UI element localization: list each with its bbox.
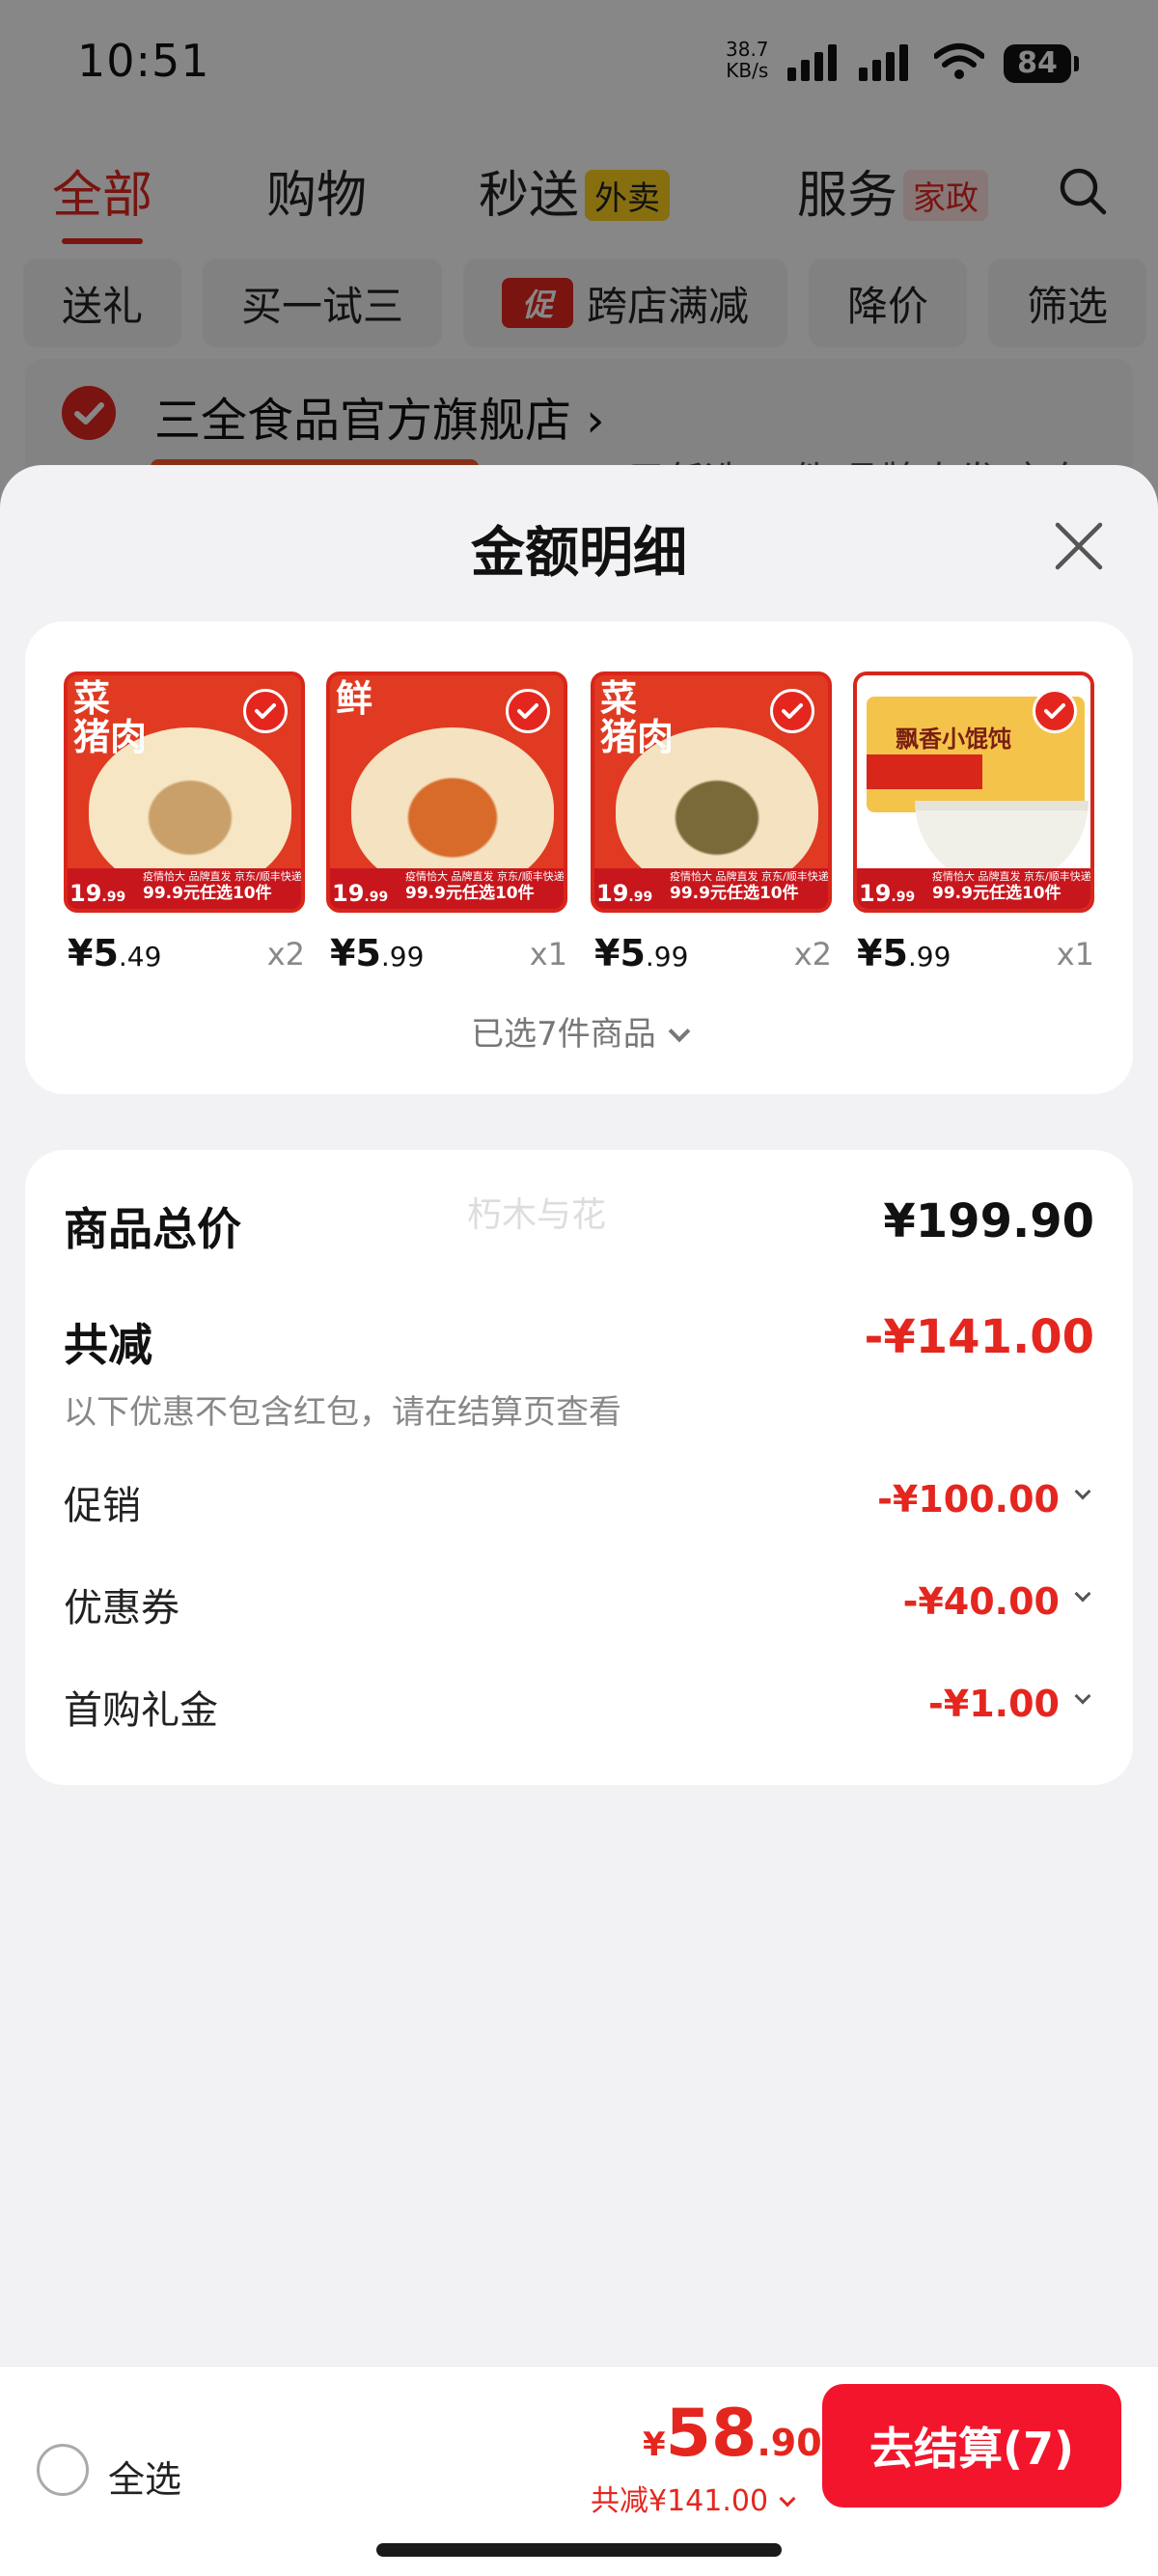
product-meta: ¥5.49 x2: [64, 926, 305, 984]
price-summary-card: 朽木与花 商品总价 ¥199.90 共减 -¥141.00 以下优惠不包含红包，…: [25, 1150, 1133, 1785]
home-indicator[interactable]: [376, 2543, 782, 2557]
selected-check-icon: [770, 689, 814, 733]
discount-row-coupon[interactable]: 优惠券 -¥40.00: [64, 1576, 1094, 1634]
strip-price: 19.99: [859, 880, 916, 907]
product-quantity: x1: [1056, 936, 1094, 973]
currency-symbol: ¥: [643, 2425, 666, 2464]
product-image-title: 菜 猪肉: [73, 677, 148, 758]
product-image: 菜 猪肉 19.99 疫情恰大 品牌直发 京东/顺丰快递 99.9元任选10件: [591, 671, 832, 913]
discount-row-first-purchase[interactable]: 首购礼金 -¥1.00: [64, 1679, 1094, 1737]
amount-integer: 58: [665, 2396, 758, 2472]
product-item[interactable]: 鲜 19.99 疫情恰大 品牌直发 京东/顺丰快递 99.9元任选10件 ¥5.…: [326, 671, 567, 984]
products-card: 菜 猪肉 19.99 疫情恰大 品牌直发 京东/顺丰快递 99.9元任选10件 …: [25, 621, 1133, 1094]
amount-decimal: .90: [757, 2422, 822, 2464]
product-image: 飘香小馄饨 19.99 疫情恰大 品牌直发 京东/顺丰快递 99.9元任选10件: [853, 671, 1094, 913]
product-promo-strip: 19.99 疫情恰大 品牌直发 京东/顺丰快递 99.9元任选10件: [68, 868, 301, 909]
product-item[interactable]: 菜 猪肉 19.99 疫情恰大 品牌直发 京东/顺丰快递 99.9元任选10件 …: [591, 671, 832, 984]
product-image-title: 鲜: [336, 677, 373, 720]
checkout-button[interactable]: 去结算(7): [822, 2384, 1121, 2507]
total-price-value: ¥199.90: [883, 1194, 1094, 1248]
close-icon[interactable]: [1052, 519, 1106, 573]
sheet-title: 金额明细: [471, 522, 687, 585]
product-price: ¥5.49: [68, 932, 162, 974]
product-quantity: x2: [266, 936, 305, 973]
selected-check-icon: [1033, 689, 1077, 733]
selected-check-icon: [243, 689, 288, 733]
product-meta: ¥5.99 x2: [591, 926, 832, 984]
product-meta: ¥5.99 x1: [853, 926, 1094, 984]
saving-detail-toggle[interactable]: 共减¥141.00: [591, 2477, 796, 2519]
amount-detail-sheet: 金额明细 菜 猪肉 19.99 疫情恰大 品牌直发 京东/顺丰快递 99.9元任…: [0, 465, 1158, 2576]
reduction-note: 以下优惠不包含红包，请在结算页查看: [64, 1393, 621, 1432]
product-price: ¥5.99: [594, 932, 689, 974]
product-image-title: 菜 猪肉: [600, 677, 675, 758]
product-price: ¥5.99: [330, 932, 425, 974]
discount-value: -¥100.00: [877, 1478, 1060, 1521]
strip-text: 99.9元任选10件: [405, 884, 535, 903]
discount-value: -¥1.00: [928, 1683, 1060, 1725]
selected-items-label: 已选7件商品: [471, 1015, 656, 1054]
strip-text: 99.9元任选10件: [932, 884, 1062, 903]
strip-text: 99.9元任选10件: [670, 884, 799, 903]
product-meta: ¥5.99 x1: [326, 926, 567, 984]
total-reduction-row: 共减 -¥141.00 以下优惠不包含红包，请在结算页查看: [64, 1310, 1094, 1433]
product-promo-strip: 19.99 疫情恰大 品牌直发 京东/顺丰快递 99.9元任选10件: [594, 868, 828, 909]
total-reduction-value: -¥141.00: [864, 1310, 1094, 1364]
product-promo-strip: 19.99 疫情恰大 品牌直发 京东/顺丰快递 99.9元任选10件: [330, 868, 564, 909]
payable-amount: ¥58.90: [643, 2396, 822, 2472]
dumpling-image: [351, 727, 554, 891]
product-image: 菜 猪肉 19.99 疫情恰大 品牌直发 京东/顺丰快递 99.9元任选10件: [64, 671, 305, 913]
select-all-label[interactable]: 全选: [108, 2450, 181, 2503]
product-quantity: x1: [529, 936, 567, 973]
selected-check-icon: [506, 689, 550, 733]
chevron-down-icon: [668, 1020, 691, 1043]
product-item[interactable]: 飘香小馄饨 19.99 疫情恰大 品牌直发 京东/顺丰快递 99.9元任选10件…: [853, 671, 1094, 984]
saving-text: 共减¥141.00: [591, 2484, 769, 2518]
discount-row-promotion[interactable]: 促销 -¥100.00: [64, 1474, 1094, 1532]
total-price-row: 商品总价 ¥199.90: [64, 1194, 1094, 1258]
product-item[interactable]: 菜 猪肉 19.99 疫情恰大 品牌直发 京东/顺丰快递 99.9元任选10件 …: [64, 671, 305, 984]
product-quantity: x2: [793, 936, 832, 973]
strip-text: 99.9元任选10件: [143, 884, 272, 903]
discount-value: -¥40.00: [902, 1580, 1060, 1623]
strip-price: 19.99: [332, 880, 389, 907]
product-image: 鲜 19.99 疫情恰大 品牌直发 京东/顺丰快递 99.9元任选10件: [326, 671, 567, 913]
chevron-down-icon: [779, 2490, 796, 2507]
product-price: ¥5.99: [857, 932, 951, 974]
product-image-title: 飘香小馄饨: [896, 726, 1011, 753]
strip-price: 19.99: [69, 880, 126, 907]
product-promo-strip: 19.99 疫情恰大 品牌直发 京东/顺丰快递 99.9元任选10件: [857, 868, 1090, 909]
select-all-checkbox[interactable]: [37, 2444, 89, 2496]
strip-price: 19.99: [596, 880, 653, 907]
selected-items-toggle[interactable]: 已选7件商品: [25, 1007, 1133, 1055]
modal-backdrop[interactable]: [0, 0, 1158, 540]
